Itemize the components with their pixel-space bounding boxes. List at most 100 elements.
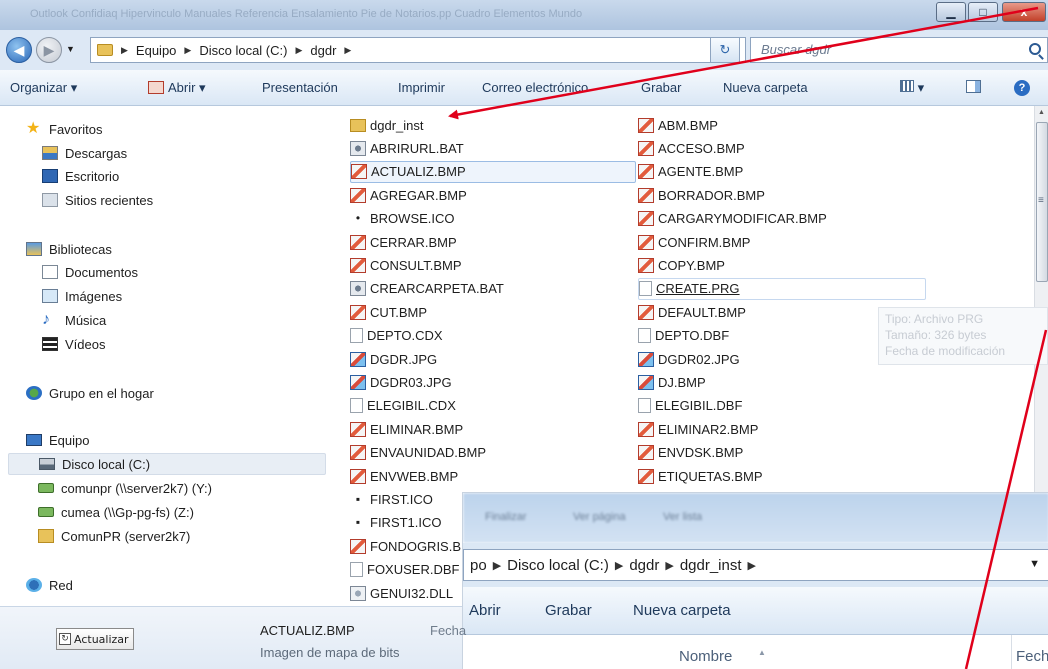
breadcrumb-separator-icon[interactable]: ▶ [665,559,673,572]
inset-address-dropdown-icon[interactable]: ▼ [1029,558,1040,570]
organize-button[interactable]: Organizar ▾ [10,80,77,96]
help-button[interactable]: ? [1014,79,1030,96]
file-item[interactable]: AGENTE.BMP [638,161,743,183]
file-item[interactable]: CREATE.PRG [638,277,926,300]
nav-item-musica[interactable]: ♪ Música [42,309,106,331]
file-item[interactable]: GENUI32.DLL [350,582,453,604]
file-item[interactable]: DJ.BMP [638,371,706,393]
file-item[interactable]: COPY.BMP [638,254,725,276]
inset-breadcrumb-partial[interactable]: po [470,557,487,574]
file-item[interactable]: CUT.BMP [350,301,427,323]
column-header-nombre[interactable]: Nombre [679,648,732,665]
file-item[interactable]: DGDR02.JPG [638,348,740,370]
address-box[interactable]: ▶ Equipo ▶ Disco local (C:) ▶ dgdr ▶ ▼ [90,37,746,63]
file-item[interactable]: ELEGIBIL.CDX [350,395,456,417]
file-item[interactable]: ETIQUETAS.BMP [638,465,763,487]
slideshow-button[interactable]: Presentación [262,80,338,95]
nav-network[interactable]: Red [26,574,73,596]
file-item[interactable]: ELEGIBIL.DBF [638,395,742,417]
nav-item-comunpr[interactable]: comunpr (\\server2k7) (Y:) [38,477,212,499]
file-item[interactable]: CARGARYMODIFICAR.BMP [638,208,827,230]
vertical-scrollbar[interactable]: ▲ [1034,106,1048,492]
breadcrumb-separator-icon[interactable]: ▶ [748,559,756,572]
file-item[interactable]: ▪ FIRST.ICO [350,488,433,510]
preview-pane-button[interactable] [966,80,981,96]
inset-breadcrumb-dgdr[interactable]: dgdr [629,557,659,574]
nav-homegroup[interactable]: Grupo en el hogar [26,382,154,404]
file-item[interactable]: CREARCARPETA.BAT [350,278,504,300]
file-item[interactable]: ELIMINAR.BMP [350,418,463,440]
file-item[interactable]: CONFIRM.BMP [638,231,750,253]
nav-item-videos[interactable]: Vídeos [42,333,105,355]
file-item[interactable]: ELIMINAR2.BMP [638,418,758,440]
breadcrumb-separator-icon[interactable]: ▶ [615,559,623,572]
file-item[interactable]: CONSULT.BMP [350,254,462,276]
file-item[interactable]: CERRAR.BMP [350,231,457,253]
inset-new-folder-button[interactable]: Nueva carpeta [633,602,731,619]
open-button[interactable]: Abrir ▾ [148,80,206,96]
file-item[interactable]: BORRADOR.BMP [638,184,765,206]
forward-button[interactable]: ▶ [36,37,62,63]
file-item[interactable]: dgdr_inst [350,114,423,136]
breadcrumb-separator-icon[interactable]: ▶ [184,45,191,56]
inset-breadcrumb-disco-local[interactable]: Disco local (C:) [507,557,609,574]
breadcrumb-separator-icon[interactable]: ▶ [344,45,351,56]
close-button[interactable]: x [1002,2,1046,22]
search-icon[interactable] [1029,43,1041,55]
change-view-button[interactable]: ▾ [900,80,924,96]
nav-item-cumea[interactable]: cumea (\\Gp-pg-fs) (Z:) [38,501,194,523]
file-item[interactable]: ABM.BMP [638,114,718,136]
file-item[interactable]: ACCESO.BMP [638,137,745,159]
nav-item-sitios-recientes[interactable]: Sitios recientes [42,189,153,211]
nav-favorites[interactable]: ★ Favoritos [26,118,102,140]
breadcrumb-separator-icon[interactable]: ▶ [295,45,302,56]
new-folder-button[interactable]: Nueva carpeta [723,80,808,95]
nav-item-escritorio[interactable]: Escritorio [42,165,119,187]
breadcrumb-equipo[interactable]: Equipo [136,43,176,58]
search-input[interactable]: Buscar dgdr [750,37,1048,63]
burn-button[interactable]: Grabar [641,80,681,95]
file-item[interactable]: DGDR03.JPG [350,371,452,393]
file-item[interactable]: DEFAULT.BMP [638,301,746,323]
file-item[interactable]: ENVWEB.BMP [350,465,458,487]
inset-open-button[interactable]: Abrir [469,602,501,619]
breadcrumb-dgdr[interactable]: dgdr [310,43,336,58]
scroll-thumb[interactable] [1036,122,1048,282]
inset-breadcrumb-dgdr-inst[interactable]: dgdr_inst [680,557,742,574]
file-item[interactable]: • BROWSE.ICO [350,208,455,230]
file-item[interactable]: AGREGAR.BMP [350,184,467,206]
scroll-up-icon[interactable]: ▲ [1038,109,1045,116]
file-item[interactable]: ACTUALIZ.BMP [350,160,636,183]
nav-item-documentos[interactable]: Documentos [42,261,138,283]
breadcrumb-separator-icon[interactable]: ▶ [493,559,501,572]
nav-libraries[interactable]: Bibliotecas [26,238,112,260]
nav-item-disco-local[interactable]: Disco local (C:) [8,453,326,475]
nav-item-imagenes[interactable]: Imágenes [42,285,122,307]
actualizar-button[interactable]: ↻ Actualizar [56,628,134,650]
file-item[interactable]: DEPTO.CDX [350,325,443,347]
nav-computer[interactable]: Equipo [26,429,89,451]
file-item[interactable]: DGDR.JPG [350,348,437,370]
file-item[interactable]: ENVDSK.BMP [638,442,743,464]
column-header-fecha[interactable]: Fech [1016,648,1048,665]
nav-item-comunpr-share[interactable]: ComunPR (server2k7) [38,525,190,547]
print-button[interactable]: Imprimir [398,80,445,95]
email-button[interactable]: Correo electrónico [482,80,588,95]
column-divider[interactable] [1011,635,1012,669]
file-item[interactable]: DEPTO.DBF [638,325,729,347]
breadcrumb-disco-local[interactable]: Disco local (C:) [199,43,287,58]
nav-item-descargas[interactable]: Descargas [42,142,127,164]
file-item[interactable]: ENVAUNIDAD.BMP [350,442,486,464]
minimize-button[interactable]: ▁ [936,2,966,22]
file-item[interactable]: ▪ FIRST1.ICO [350,512,442,534]
file-item[interactable]: FOXUSER.DBF [350,559,459,581]
back-button[interactable]: ◀ [6,37,32,63]
maximize-button[interactable]: □ [968,2,998,22]
refresh-button[interactable]: ↻ [710,37,740,63]
file-item[interactable]: ABRIRURL.BAT [350,137,464,159]
breadcrumb-separator-icon[interactable]: ▶ [121,45,128,56]
recent-pages-chevron-icon[interactable]: ▼ [66,44,75,54]
file-item[interactable]: FONDOGRIS.BMP [350,535,481,557]
inset-address-box[interactable]: po ▶ Disco local (C:) ▶ dgdr ▶ dgdr_inst… [463,549,1048,581]
inset-burn-button[interactable]: Grabar [545,602,592,619]
